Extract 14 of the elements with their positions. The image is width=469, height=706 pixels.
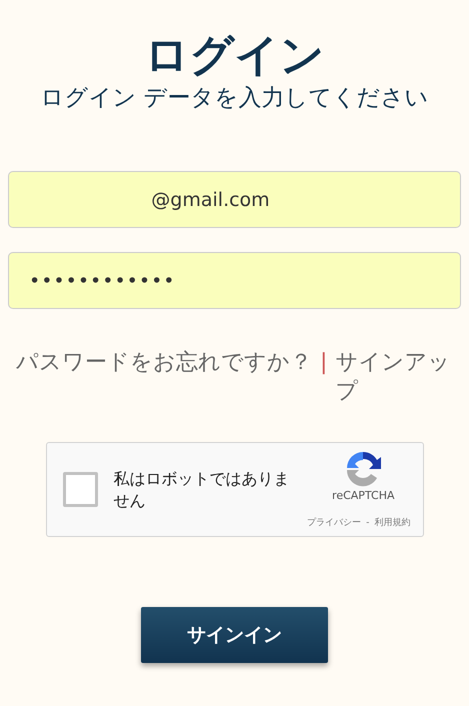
subtitle: ログイン データを入力してください (40, 84, 429, 113)
recaptcha-brand: reCAPTCHA (332, 488, 394, 504)
link-separator: - (366, 518, 370, 528)
captcha-checkbox[interactable] (62, 472, 98, 508)
privacy-link[interactable]: プライバシー (307, 518, 362, 528)
email-field[interactable]: @gmail.com (8, 171, 461, 228)
captcha-label: 私はロボットではありません (114, 468, 290, 512)
sign-up-link[interactable]: サインアップ (335, 349, 453, 406)
forgot-password-link[interactable]: パスワードをお忘れですか？ (16, 349, 312, 378)
sign-in-button[interactable]: サインイン (141, 607, 328, 664)
separator: | (320, 349, 328, 378)
page-title: ログイン (144, 30, 324, 83)
terms-link[interactable]: 利用規約 (374, 518, 410, 528)
password-field[interactable]: •••••••••••• (8, 252, 461, 310)
